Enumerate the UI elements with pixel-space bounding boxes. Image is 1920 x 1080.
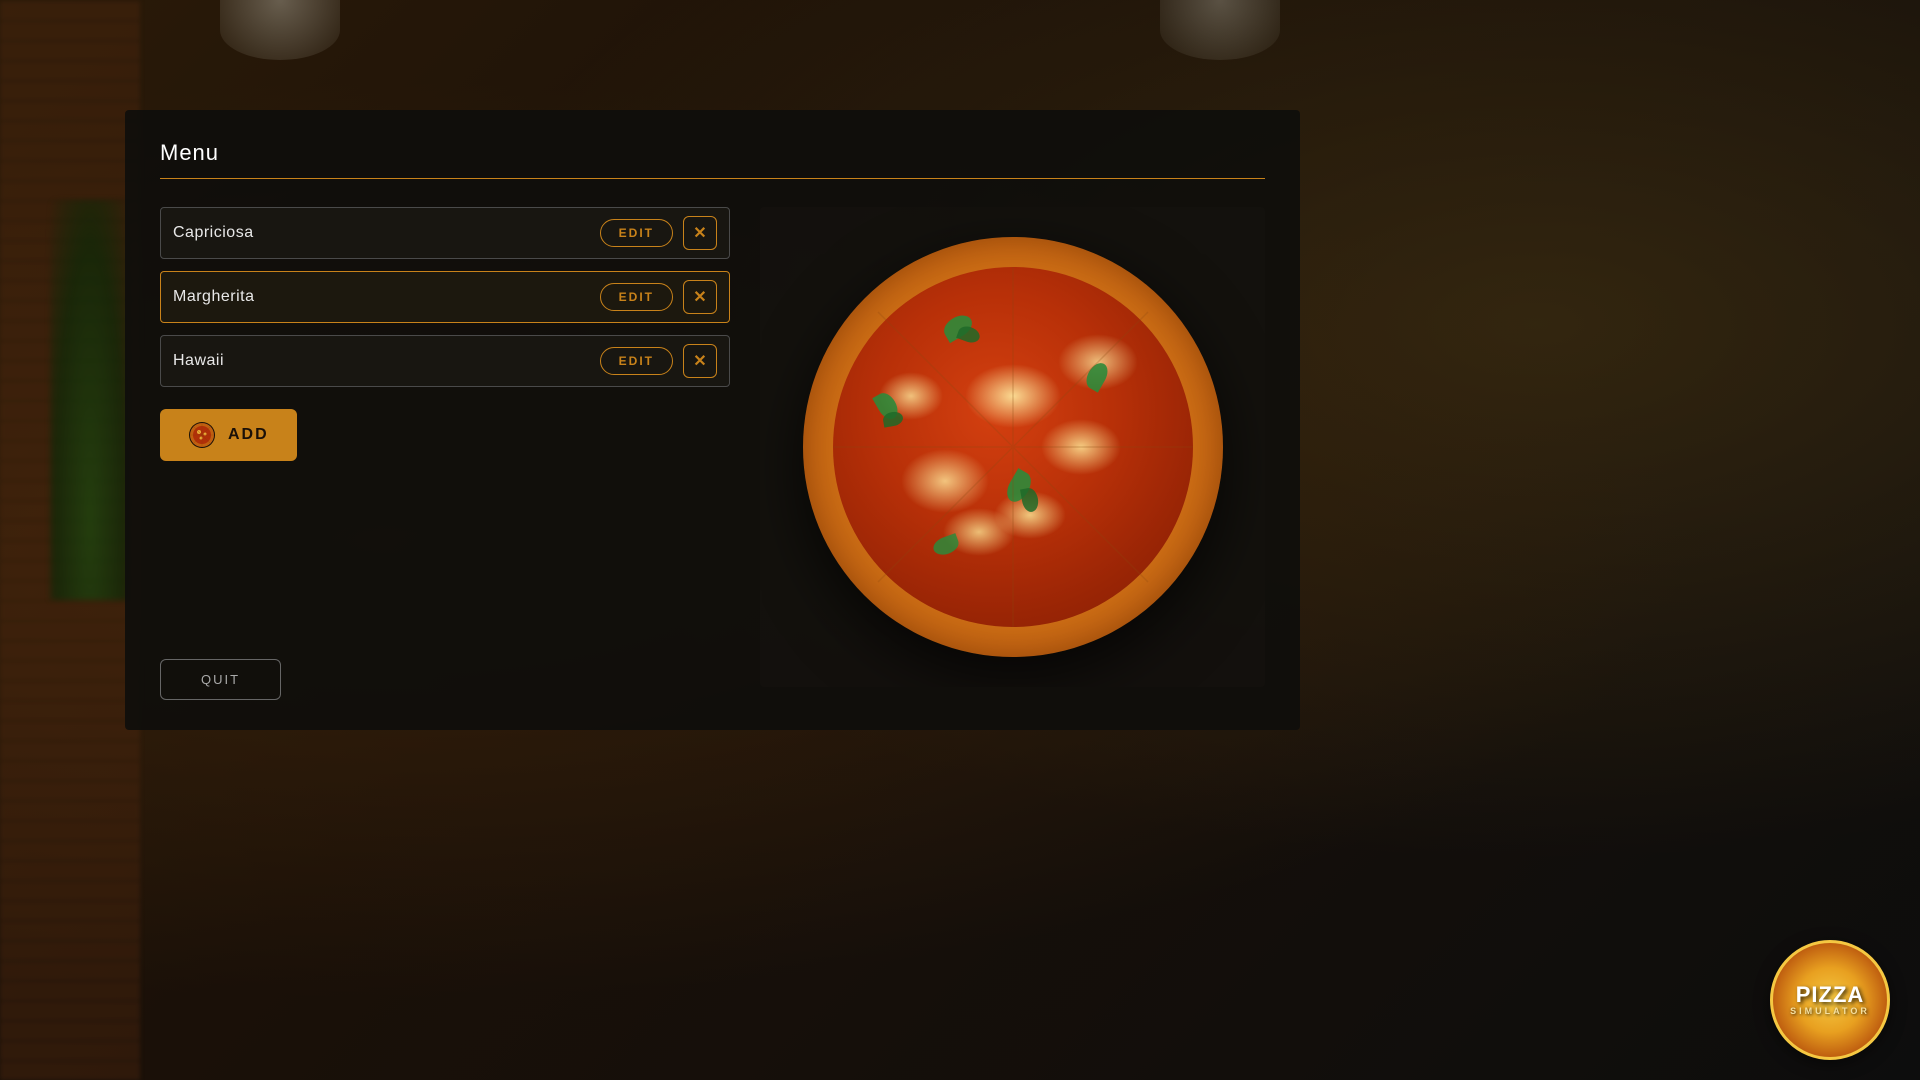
menu-item-name-hawaii: Hawaii — [173, 352, 590, 370]
pizza-icon — [188, 421, 216, 449]
delete-button-margherita[interactable]: ✕ — [683, 280, 717, 314]
edit-button-margherita[interactable]: EDIT — [600, 283, 673, 311]
x-icon-hawaii: ✕ — [693, 351, 706, 371]
menu-item-name-capriciosa: Capriciosa — [173, 224, 590, 242]
panel-content: Capriciosa EDIT ✕ Margherita EDIT ✕ Hawa… — [160, 207, 1265, 687]
add-pizza-button[interactable]: ADD — [160, 409, 297, 461]
add-button-label: ADD — [228, 426, 269, 444]
game-logo: PIZZA SIMULATOR — [1770, 940, 1890, 1060]
plant-decoration — [50, 200, 130, 600]
ceiling-lamp-left — [220, 0, 340, 60]
logo-title: PIZZA — [1796, 984, 1865, 1006]
edit-button-capriciosa[interactable]: EDIT — [600, 219, 673, 247]
menu-item-capriciosa: Capriciosa EDIT ✕ — [160, 207, 730, 259]
pizza-preview-panel — [760, 207, 1265, 687]
logo-circle: PIZZA SIMULATOR — [1770, 940, 1890, 1060]
main-panel: Menu Capriciosa EDIT ✕ Margherita EDIT ✕ — [125, 110, 1300, 730]
x-icon-margherita: ✕ — [693, 287, 706, 307]
delete-button-hawaii[interactable]: ✕ — [683, 344, 717, 378]
pizza-image — [803, 237, 1223, 657]
menu-list: Capriciosa EDIT ✕ Margherita EDIT ✕ Hawa… — [160, 207, 730, 687]
slice-lines — [803, 237, 1223, 657]
panel-title: Menu — [160, 140, 1265, 166]
delete-button-capriciosa[interactable]: ✕ — [683, 216, 717, 250]
edit-button-hawaii[interactable]: EDIT — [600, 347, 673, 375]
pizza-base — [803, 237, 1223, 657]
menu-item-margherita: Margherita EDIT ✕ — [160, 271, 730, 323]
menu-item-name-margherita: Margherita — [173, 288, 590, 306]
menu-item-hawaii: Hawaii EDIT ✕ — [160, 335, 730, 387]
panel-divider — [160, 178, 1265, 179]
logo-subtitle: SIMULATOR — [1790, 1006, 1870, 1016]
x-icon-capriciosa: ✕ — [693, 223, 706, 243]
ceiling-lamp-right — [1160, 0, 1280, 60]
quit-button[interactable]: QUIT — [160, 659, 281, 700]
